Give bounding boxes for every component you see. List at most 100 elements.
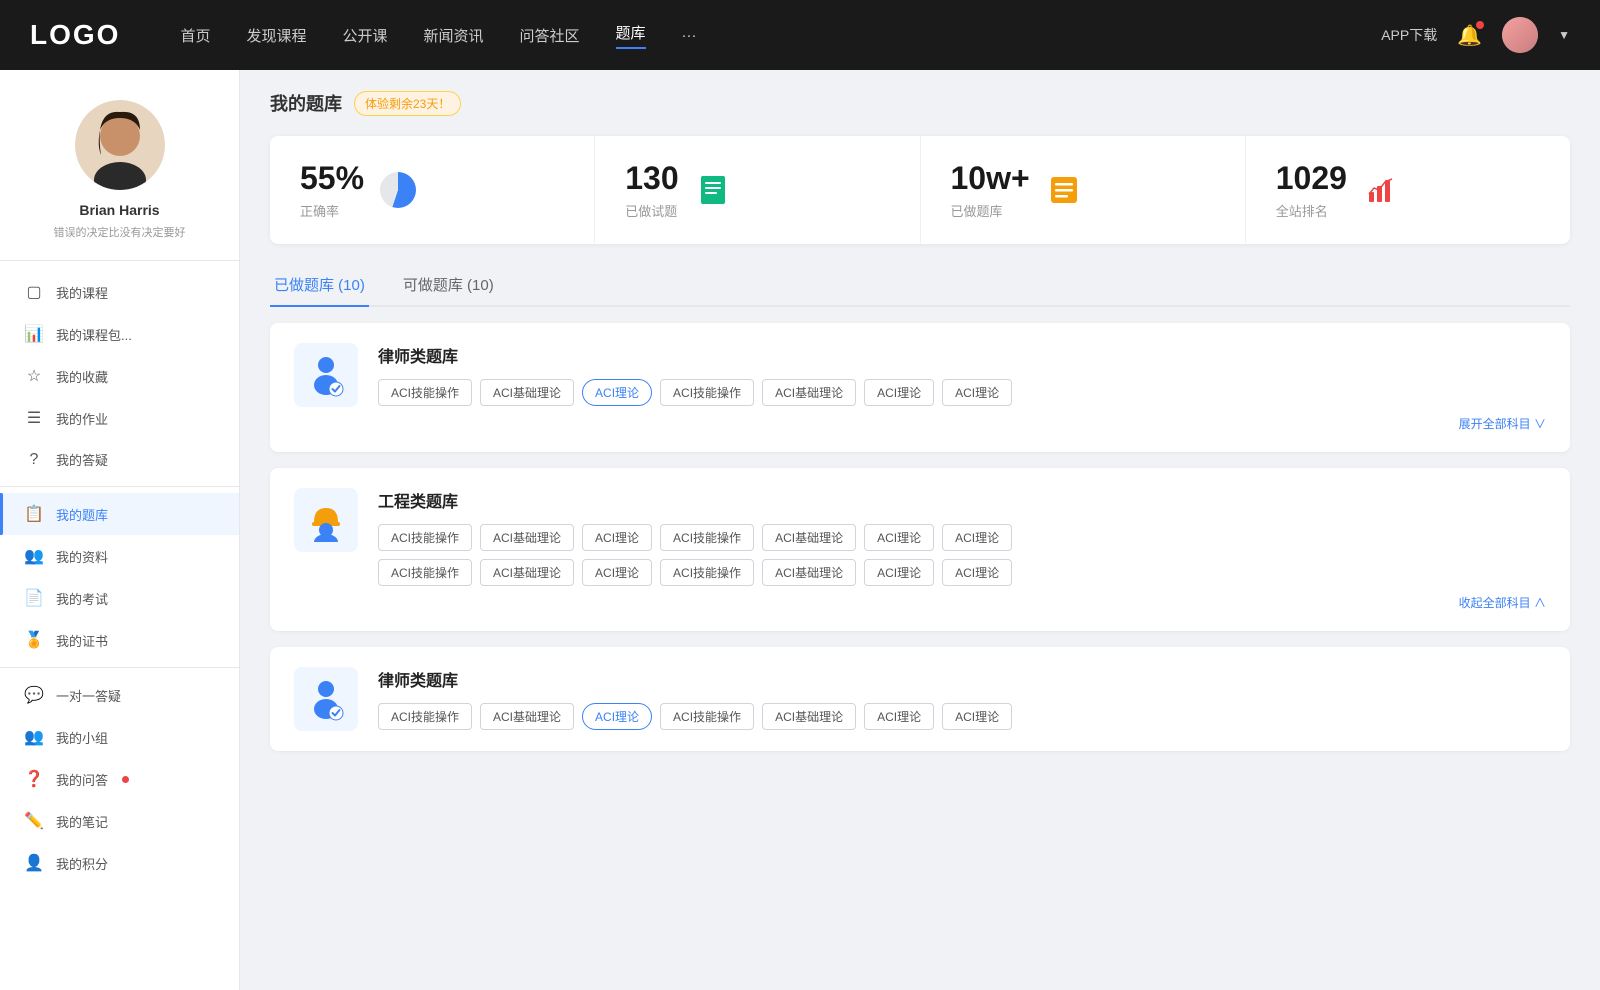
bank-tag[interactable]: ACI理论 — [942, 379, 1012, 406]
bank-tag[interactable]: ACI理论 — [864, 379, 934, 406]
stat-accuracy-label: 正确率 — [300, 201, 364, 220]
stat-done-banks-label: 已做题库 — [951, 201, 1030, 220]
bank-tag[interactable]: ACI理论 — [864, 703, 934, 730]
notification-dot — [1476, 21, 1484, 29]
bank-tag[interactable]: ACI理论 — [864, 524, 934, 551]
sidebar-item-one-on-one[interactable]: 💬 一对一答疑 — [0, 674, 239, 716]
stat-done-questions-icon — [693, 170, 733, 210]
bank-icon-lawyer-1 — [294, 343, 358, 407]
bank-icon-lawyer-2 — [294, 667, 358, 731]
bank-tag-active[interactable]: ACI理论 — [582, 379, 652, 406]
stat-ranking-label: 全站排名 — [1276, 201, 1347, 220]
bank-tag[interactable]: ACI基础理论 — [480, 703, 574, 730]
notification-bell[interactable]: 🔔 — [1457, 23, 1482, 48]
my-certificate-icon: 🏅 — [24, 630, 44, 650]
tab-done-banks[interactable]: 已做题库 (10) — [270, 264, 369, 307]
my-materials-label: 我的资料 — [56, 547, 108, 566]
bank-card-engineer: 工程类题库 ACI技能操作 ACI基础理论 ACI理论 ACI技能操作 ACI基… — [270, 468, 1570, 631]
bank-tags-lawyer-2: ACI技能操作 ACI基础理论 ACI理论 ACI技能操作 ACI基础理论 AC… — [378, 703, 1546, 730]
sidebar-item-my-courses[interactable]: ▢ 我的课程 — [0, 271, 239, 313]
my-favorites-icon: ☆ — [24, 366, 44, 386]
lawyer-icon-svg-2 — [304, 677, 348, 721]
bank-tags-lawyer-1: ACI技能操作 ACI基础理论 ACI理论 ACI技能操作 ACI基础理论 AC… — [378, 379, 1546, 406]
nav-item-qa[interactable]: 问答社区 — [520, 25, 580, 46]
bank-tag[interactable]: ACI基础理论 — [480, 559, 574, 586]
my-notes-icon: ✏️ — [24, 811, 44, 831]
bank-tag[interactable]: ACI基础理论 — [762, 379, 856, 406]
nav-item-home[interactable]: 首页 — [180, 25, 210, 46]
nav-item-more[interactable]: ··· — [682, 27, 697, 44]
sidebar-item-my-packages[interactable]: 📊 我的课程包... — [0, 313, 239, 355]
bank-tag[interactable]: ACI技能操作 — [378, 703, 472, 730]
stat-accuracy-icon — [378, 170, 418, 210]
sidebar-item-my-homework[interactable]: ☰ 我的作业 — [0, 397, 239, 439]
nav-item-open-course[interactable]: 公开课 — [342, 25, 387, 46]
bank-tags-engineer-row2: ACI技能操作 ACI基础理论 ACI理论 ACI技能操作 ACI基础理论 AC… — [378, 559, 1546, 586]
tab-available-banks[interactable]: 可做题库 (10) — [399, 264, 498, 307]
stat-done-banks: 10w+ 已做题库 — [921, 136, 1246, 244]
stat-ranking-number: 1029 — [1276, 160, 1347, 197]
sidebar: Brian Harris 错误的决定比没有决定要好 ▢ 我的课程 📊 我的课程包… — [0, 70, 240, 990]
bank-title-lawyer-2: 律师类题库 — [378, 667, 1546, 691]
sidebar-profile: Brian Harris 错误的决定比没有决定要好 — [0, 100, 239, 261]
stat-done-banks-icon — [1044, 170, 1084, 210]
bank-tag[interactable]: ACI理论 — [582, 559, 652, 586]
bank-tag[interactable]: ACI基础理论 — [762, 703, 856, 730]
stat-ranking: 1029 全站排名 — [1246, 136, 1570, 244]
bank-tag[interactable]: ACI技能操作 — [660, 703, 754, 730]
nav-item-news[interactable]: 新闻资讯 — [424, 25, 484, 46]
my-question-bank-label: 我的题库 — [56, 505, 108, 524]
one-on-one-icon: 💬 — [24, 685, 44, 705]
bank-tag[interactable]: ACI技能操作 — [660, 524, 754, 551]
stat-done-questions-label: 已做试题 — [625, 201, 678, 220]
bank-tag[interactable]: ACI技能操作 — [660, 559, 754, 586]
sidebar-divider-1 — [0, 486, 239, 487]
sidebar-item-my-certificate[interactable]: 🏅 我的证书 — [0, 619, 239, 661]
bank-tag[interactable]: ACI理论 — [942, 524, 1012, 551]
nav-item-courses[interactable]: 发现课程 — [246, 25, 306, 46]
bank-tag-active[interactable]: ACI理论 — [582, 703, 652, 730]
sidebar-item-my-questions[interactable]: ❓ 我的问答 — [0, 758, 239, 800]
sidebar-item-my-points[interactable]: 👤 我的积分 — [0, 842, 239, 884]
page-header: 我的题库 体验剩余23天！ — [270, 90, 1570, 116]
bank-tag[interactable]: ACI技能操作 — [378, 559, 472, 586]
my-question-bank-icon: 📋 — [24, 504, 44, 524]
bank-tag[interactable]: ACI基础理论 — [480, 379, 574, 406]
sidebar-item-my-question-bank[interactable]: 📋 我的题库 — [0, 493, 239, 535]
sidebar-motto: 错误的决定比没有决定要好 — [20, 224, 219, 240]
my-group-label: 我的小组 — [56, 728, 108, 747]
chevron-down-icon[interactable]: ▼ — [1558, 28, 1570, 42]
user-avatar[interactable] — [1502, 17, 1538, 53]
my-homework-label: 我的作业 — [56, 409, 108, 428]
one-on-one-label: 一对一答疑 — [56, 686, 121, 705]
sidebar-item-my-notes[interactable]: ✏️ 我的笔记 — [0, 800, 239, 842]
expand-bank-1[interactable]: 展开全部科目 ∨ — [294, 415, 1546, 432]
bank-tag[interactable]: ACI技能操作 — [378, 524, 472, 551]
stat-ranking-icon — [1361, 170, 1401, 210]
lawyer-icon-svg — [304, 353, 348, 397]
stats-bar: 55% 正确率 130 已做试题 — [270, 136, 1570, 244]
bank-tag[interactable]: ACI基础理论 — [762, 559, 856, 586]
bank-tag[interactable]: ACI理论 — [942, 559, 1012, 586]
notebook-icon — [697, 174, 729, 206]
sidebar-item-my-materials[interactable]: 👥 我的资料 — [0, 535, 239, 577]
bank-tag[interactable]: ACI技能操作 — [378, 379, 472, 406]
bank-tag[interactable]: ACI基础理论 — [762, 524, 856, 551]
app-download-link[interactable]: APP下载 — [1381, 25, 1437, 45]
my-courses-label: 我的课程 — [56, 283, 108, 302]
my-certificate-label: 我的证书 — [56, 631, 108, 650]
bank-icon-engineer — [294, 488, 358, 552]
bank-tag[interactable]: ACI理论 — [582, 524, 652, 551]
bank-tag[interactable]: ACI基础理论 — [480, 524, 574, 551]
nav-item-question-bank[interactable]: 题库 — [616, 22, 646, 49]
sidebar-item-my-favorites[interactable]: ☆ 我的收藏 — [0, 355, 239, 397]
stat-accuracy: 55% 正确率 — [270, 136, 595, 244]
bank-tag[interactable]: ACI技能操作 — [660, 379, 754, 406]
bank-tag[interactable]: ACI理论 — [864, 559, 934, 586]
sidebar-item-my-exam[interactable]: 📄 我的考试 — [0, 577, 239, 619]
collapse-bank-2[interactable]: 收起全部科目 ∧ — [294, 594, 1546, 611]
sidebar-item-my-group[interactable]: 👥 我的小组 — [0, 716, 239, 758]
navbar-menu: 首页 发现课程 公开课 新闻资讯 问答社区 题库 ··· — [180, 22, 1381, 49]
bank-tag[interactable]: ACI理论 — [942, 703, 1012, 730]
sidebar-item-my-qa[interactable]: ? 我的答疑 — [0, 439, 239, 480]
